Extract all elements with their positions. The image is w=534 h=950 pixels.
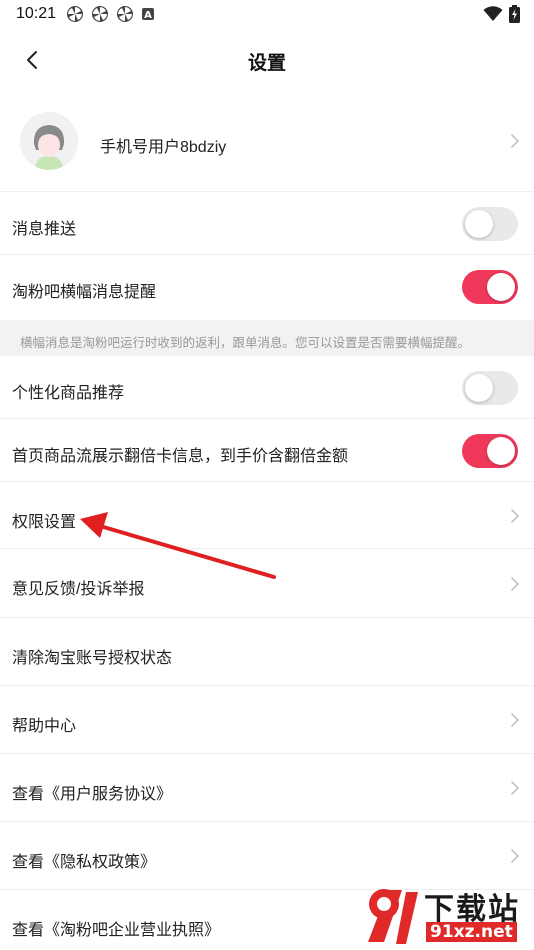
settings-row-label: 首页商品流展示翻倍卡信息，到手价含翻倍金额 bbox=[12, 448, 349, 465]
status-bar: 10:21 A bbox=[0, 0, 534, 28]
settings-row-label: 淘粉吧横幅消息提醒 bbox=[12, 284, 157, 301]
settings-row-label: 帮助中心 bbox=[12, 718, 77, 735]
pinwheel-icon bbox=[92, 6, 108, 22]
chevron-right-icon bbox=[511, 509, 520, 523]
battery-charging-icon bbox=[509, 5, 520, 23]
chevron-right-icon bbox=[511, 713, 520, 727]
page-title: 设置 bbox=[247, 53, 286, 74]
toggle-knob bbox=[465, 374, 493, 402]
settings-row-privacy-policy[interactable]: 查看《隐私权政策》 bbox=[0, 823, 534, 890]
settings-row-label: 查看《用户服务协议》 bbox=[12, 786, 173, 803]
settings-row-label: 查看《淘粉吧企业营业执照》 bbox=[12, 922, 221, 939]
settings-row-feedback[interactable]: 意见反馈/投诉举报 bbox=[0, 550, 534, 618]
wifi-icon bbox=[483, 6, 503, 21]
chevron-right-icon bbox=[511, 781, 520, 795]
chevron-right-icon bbox=[511, 577, 520, 591]
pinwheel-icon bbox=[117, 6, 133, 22]
settings-row-label: 个性化商品推荐 bbox=[12, 385, 125, 402]
settings-row-message-push: 消息推送 bbox=[0, 193, 534, 255]
settings-row-label: 查看《隐私权政策》 bbox=[12, 854, 157, 871]
settings-row-label: 权限设置 bbox=[12, 514, 77, 531]
banner-reminder-toggle[interactable] bbox=[462, 270, 518, 304]
settings-row-label: 消息推送 bbox=[12, 221, 77, 238]
status-notification-icons: A bbox=[66, 5, 155, 23]
double-card-toggle[interactable] bbox=[462, 434, 518, 468]
settings-row-clear-taobao-auth[interactable]: 清除淘宝账号授权状态 bbox=[0, 619, 534, 686]
banner-note-text: 横幅消息是淘粉吧运行时收到的返利，跟单消息。您可以设置是否需要横幅提醒。 bbox=[20, 336, 471, 350]
pinwheel-icon bbox=[67, 6, 83, 22]
profile-name: 手机号用户8bdziy bbox=[100, 139, 227, 156]
chevron-right-icon bbox=[511, 849, 520, 863]
settings-row-user-agreement[interactable]: 查看《用户服务协议》 bbox=[0, 755, 534, 822]
a-notification-icon: A bbox=[142, 8, 154, 21]
settings-row-double-card: 首页商品流展示翻倍卡信息，到手价含翻倍金额 bbox=[0, 420, 534, 482]
watermark-url-text: 91xz.net bbox=[426, 922, 517, 942]
settings-row-personalized-recommend: 个性化商品推荐 bbox=[0, 357, 534, 419]
status-time: 10:21 bbox=[16, 5, 57, 22]
toggle-knob bbox=[465, 210, 493, 238]
watermark-logo-icon bbox=[368, 889, 418, 944]
message-push-toggle[interactable] bbox=[462, 207, 518, 241]
settings-row-label: 意见反馈/投诉举报 bbox=[12, 581, 145, 598]
settings-row-help-center[interactable]: 帮助中心 bbox=[0, 687, 534, 754]
personalized-recommend-toggle[interactable] bbox=[462, 371, 518, 405]
toggle-knob bbox=[487, 273, 515, 301]
profile-row[interactable]: 手机号用户8bdziy bbox=[0, 104, 534, 192]
toggle-knob bbox=[487, 437, 515, 465]
chevron-right-icon bbox=[511, 134, 520, 148]
avatar bbox=[20, 112, 78, 170]
default-avatar-icon bbox=[20, 112, 78, 170]
settings-row-permissions[interactable]: 权限设置 bbox=[0, 483, 534, 549]
watermark: 下载站 91xz.net bbox=[362, 882, 534, 950]
svg-text:A: A bbox=[144, 10, 152, 21]
nav-bar: 设置 bbox=[0, 36, 534, 84]
banner-note: 横幅消息是淘粉吧运行时收到的返利，跟单消息。您可以设置是否需要横幅提醒。 bbox=[0, 320, 534, 356]
settings-row-banner-reminder: 淘粉吧横幅消息提醒 bbox=[0, 256, 534, 320]
status-system-icons bbox=[483, 5, 520, 23]
settings-row-label: 清除淘宝账号授权状态 bbox=[12, 650, 173, 667]
